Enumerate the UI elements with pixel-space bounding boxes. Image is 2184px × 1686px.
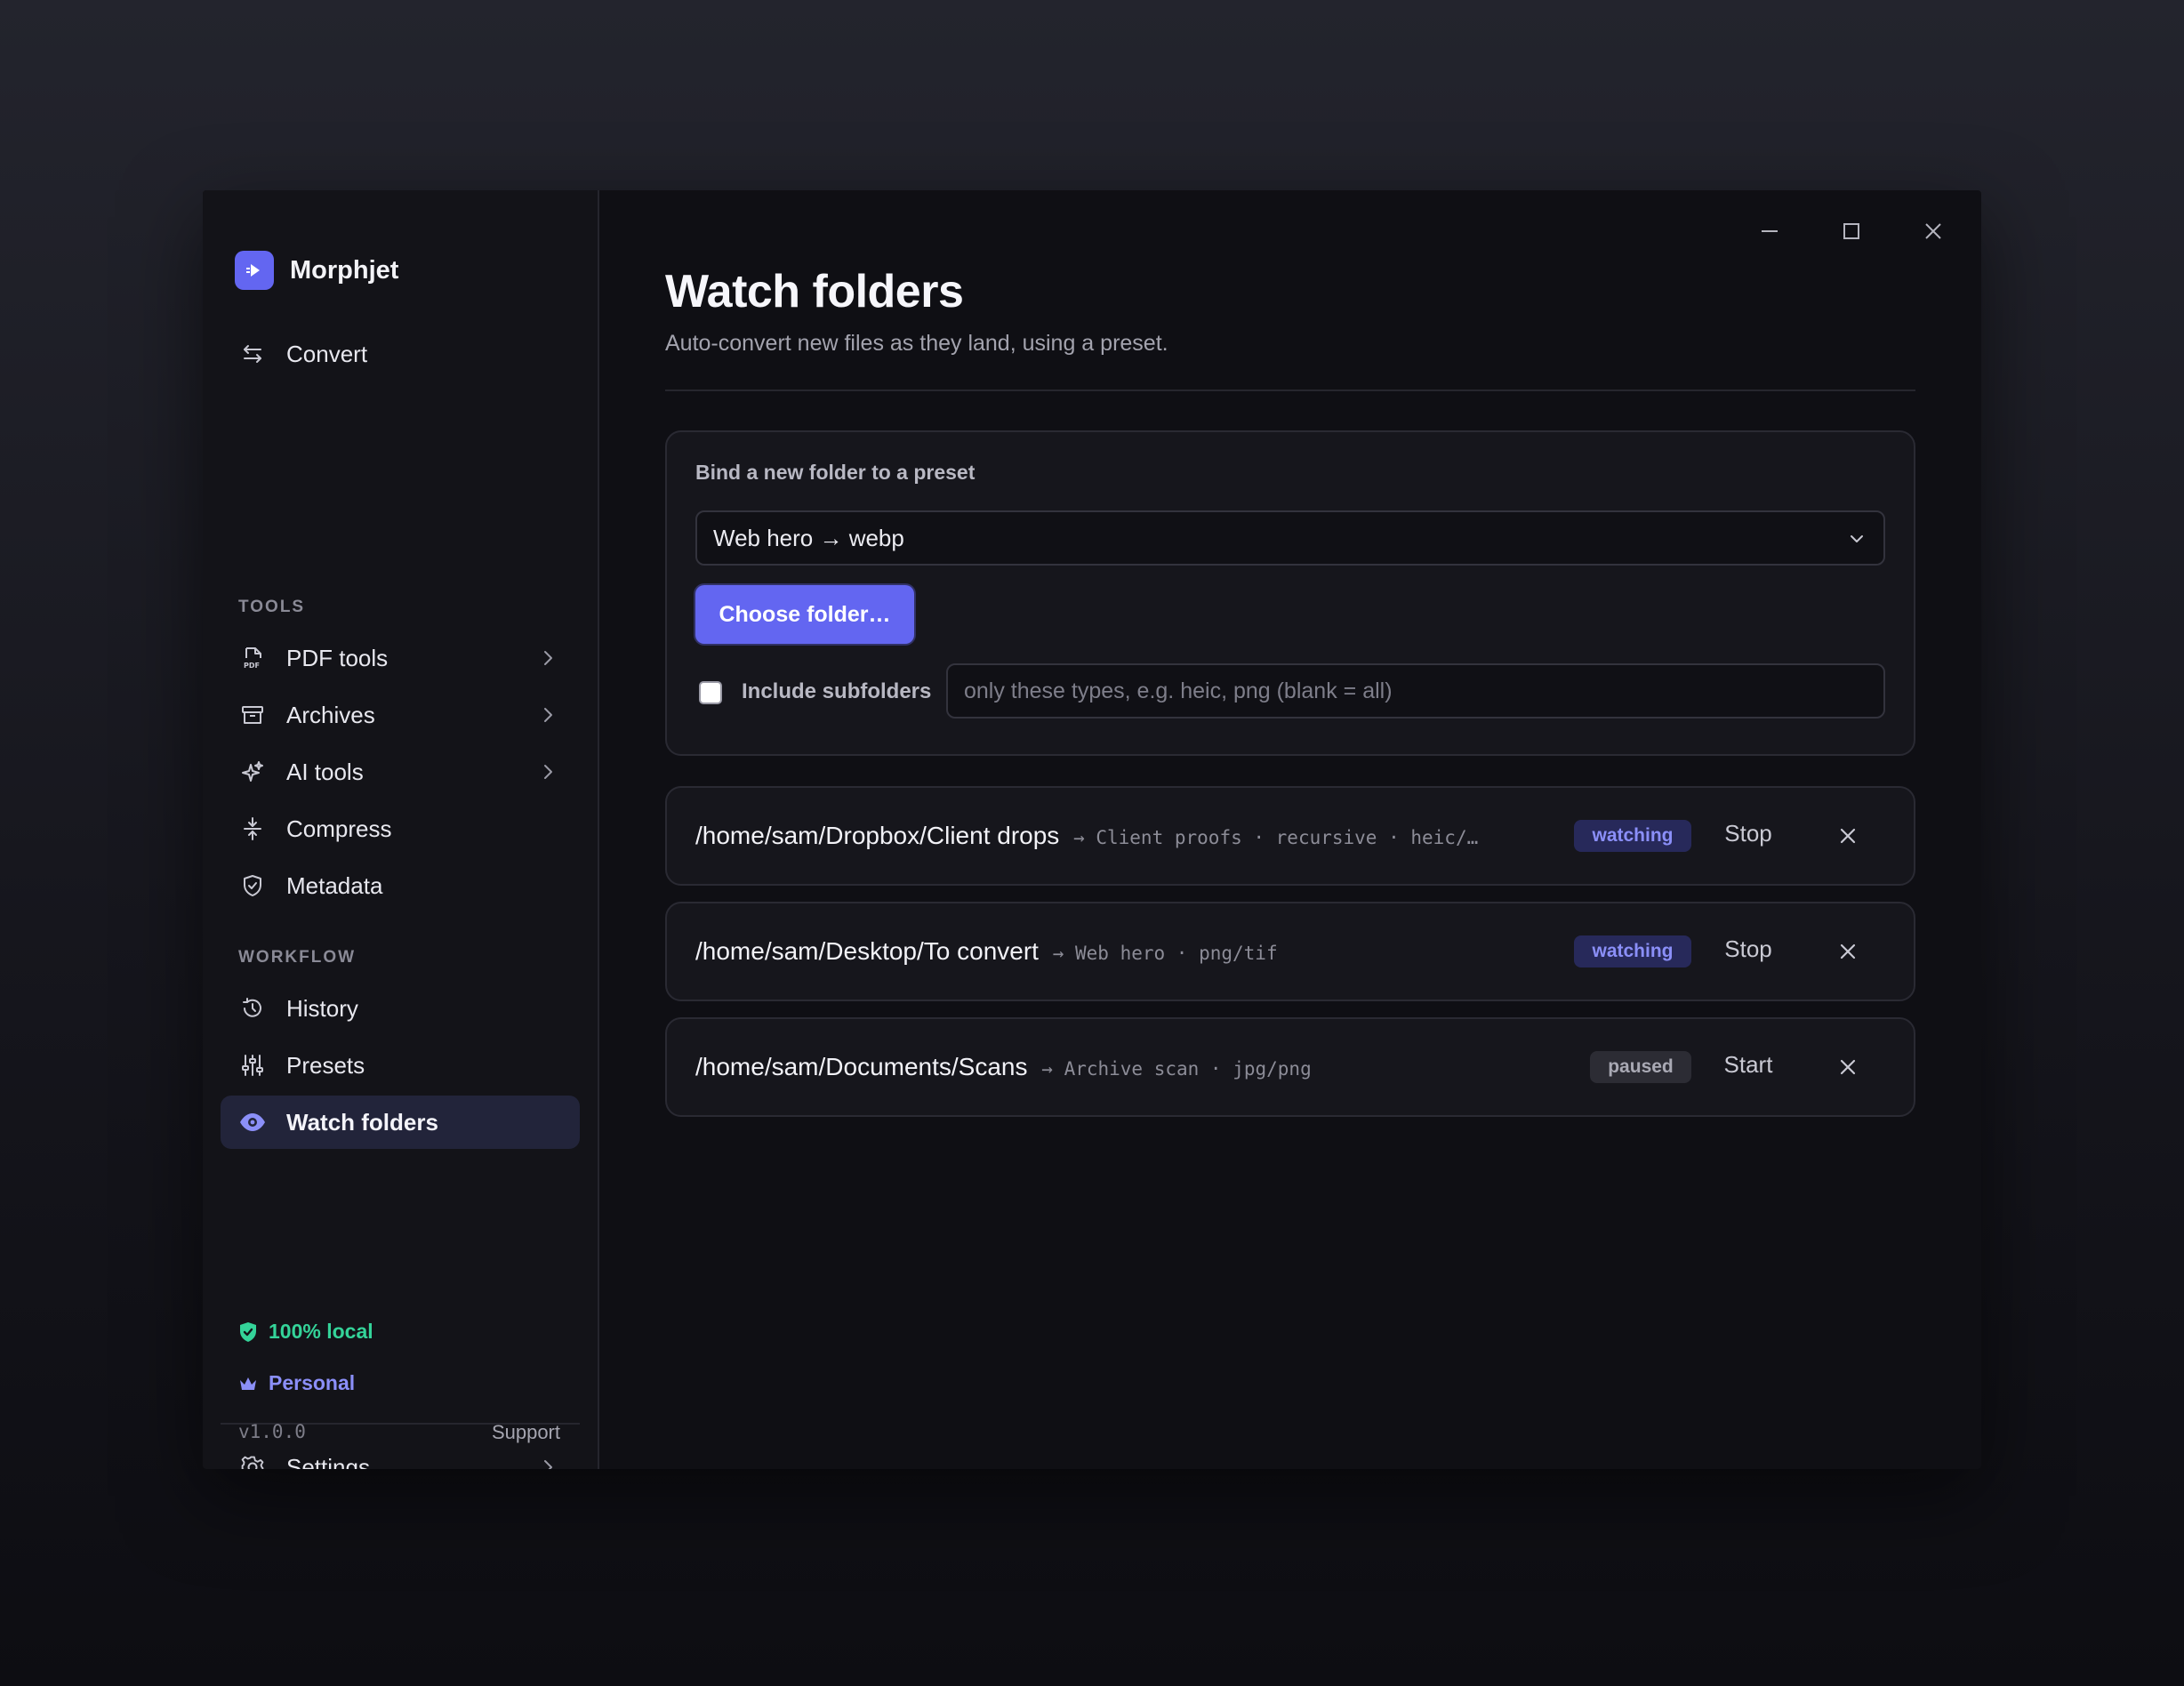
pdf-file-icon: PDF	[238, 644, 267, 672]
eye-icon	[238, 1108, 267, 1136]
chevron-right-icon	[544, 765, 552, 779]
watch-row-path-line: /home/sam/Documents/Scans → Archive scan…	[695, 1053, 1312, 1081]
include-subfolders-checkbox[interactable]	[699, 681, 722, 704]
sidebar-item-label: Settings	[286, 1453, 370, 1470]
plan-badge-label: Personal	[269, 1371, 356, 1394]
status-badge: watching	[1574, 935, 1691, 967]
bind-card-title: Bind a new folder to a preset	[695, 461, 976, 484]
chevron-right-icon	[544, 1460, 552, 1469]
stop-button[interactable]: Stop	[1713, 820, 1784, 847]
minimize-icon	[1762, 230, 1778, 232]
watch-folder-path: /home/sam/Dropbox/Client drops	[695, 822, 1060, 849]
close-icon	[1840, 1059, 1856, 1075]
sparkles-icon	[238, 758, 267, 786]
shield-check-icon	[240, 1321, 256, 1342]
stop-button[interactable]: Stop	[1713, 935, 1784, 963]
sidebar-item-archives[interactable]: Archives	[221, 688, 580, 742]
page-subtitle: Auto-convert new files as they land, usi…	[665, 331, 1168, 356]
sidebar-item-label: Metadata	[286, 871, 383, 899]
watch-folder-meta: → Archive scan · jpg/png	[1041, 1058, 1312, 1080]
plan-badge: Personal	[238, 1371, 355, 1395]
sidebar-item-history[interactable]: History	[221, 982, 580, 1035]
chevron-right-icon	[544, 651, 552, 665]
file-types-input[interactable]	[946, 663, 1885, 719]
choose-folder-button[interactable]: Choose folder…	[695, 585, 914, 644]
preset-select-value: Web hero → webp	[713, 524, 904, 551]
close-icon	[1925, 223, 1941, 239]
chevron-down-icon	[1851, 535, 1863, 542]
local-badge-label: 100% local	[269, 1320, 373, 1343]
sidebar: Morphjet Convert TOOLS PDF PDF tools Arc…	[203, 190, 599, 1469]
watch-folder-path: /home/sam/Desktop/To convert	[695, 937, 1039, 965]
sidebar-item-convert[interactable]: Convert	[221, 327, 580, 381]
sidebar-item-label: Archives	[286, 701, 375, 728]
page-title: Watch folders	[665, 266, 964, 317]
sidebar-item-compress[interactable]: Compress	[221, 802, 580, 855]
sidebar-item-label: PDF tools	[286, 644, 389, 671]
morphjet-logo-icon	[235, 251, 274, 290]
sidebar-item-label: Presets	[286, 1051, 365, 1079]
app-version: v1.0.0	[238, 1421, 306, 1442]
history-icon	[238, 994, 267, 1023]
support-link[interactable]: Support	[492, 1421, 560, 1444]
arrows-swap-icon	[238, 340, 267, 368]
maximize-button[interactable]	[1825, 205, 1878, 258]
status-badge: watching	[1574, 820, 1691, 852]
app-window: Morphjet Convert TOOLS PDF PDF tools Arc…	[203, 190, 1981, 1469]
watch-row-path-line: /home/sam/Desktop/To convert → Web hero …	[695, 937, 1278, 966]
watch-folder-path: /home/sam/Documents/Scans	[695, 1053, 1028, 1080]
close-icon	[1840, 943, 1856, 959]
sliders-icon	[238, 1051, 267, 1080]
section-heading-tools: TOOLS	[238, 598, 306, 616]
brand: Morphjet	[235, 251, 398, 290]
svg-text:PDF: PDF	[244, 662, 260, 670]
section-heading-workflow: WORKFLOW	[238, 948, 357, 967]
remove-watch-button[interactable]	[1830, 818, 1866, 854]
watch-row-path-line: /home/sam/Dropbox/Client drops → Client …	[695, 822, 1478, 850]
sidebar-item-ai-tools[interactable]: AI tools	[221, 745, 580, 799]
sidebar-item-label: Compress	[286, 815, 392, 842]
preset-select[interactable]: Web hero → webp	[695, 510, 1885, 566]
status-badge: paused	[1590, 1051, 1691, 1083]
sidebar-item-pdf-tools[interactable]: PDF PDF tools	[221, 631, 580, 685]
sidebar-item-settings[interactable]: Settings	[221, 1441, 580, 1469]
start-button[interactable]: Start	[1713, 1051, 1784, 1079]
include-subfolders-label: Include subfolders	[742, 679, 932, 703]
remove-watch-button[interactable]	[1830, 1049, 1866, 1085]
sidebar-item-metadata[interactable]: Metadata	[221, 859, 580, 912]
remove-watch-button[interactable]	[1830, 934, 1866, 969]
minimize-button[interactable]	[1743, 205, 1796, 258]
local-badge: 100% local	[238, 1320, 373, 1344]
sidebar-item-label: Convert	[286, 340, 368, 367]
watch-folder-row: /home/sam/Desktop/To convert → Web hero …	[665, 902, 1915, 1001]
sidebar-item-presets[interactable]: Presets	[221, 1039, 580, 1092]
watch-folder-meta: → Web hero · png/tif	[1052, 943, 1278, 964]
sidebar-item-label: History	[286, 994, 358, 1022]
watch-folder-row: /home/sam/Dropbox/Client drops → Client …	[665, 786, 1915, 886]
bind-folder-card: Bind a new folder to a preset Web hero →…	[665, 430, 1915, 756]
watch-folder-row: /home/sam/Documents/Scans → Archive scan…	[665, 1017, 1915, 1117]
gear-icon	[238, 1453, 267, 1469]
compress-icon	[238, 815, 267, 843]
main-panel: Watch folders Auto-convert new files as …	[599, 190, 1981, 1469]
sidebar-item-watch-folders[interactable]: Watch folders	[221, 1096, 580, 1149]
sidebar-item-label: AI tools	[286, 758, 364, 785]
app-name: Morphjet	[290, 255, 399, 285]
archive-box-icon	[238, 701, 267, 729]
header-divider	[665, 389, 1915, 391]
crown-icon	[240, 1377, 256, 1390]
close-window-button[interactable]	[1907, 205, 1960, 258]
sidebar-item-label: Watch folders	[286, 1108, 438, 1136]
close-icon	[1840, 828, 1856, 844]
shield-icon	[238, 871, 267, 900]
chevron-right-icon	[544, 708, 552, 722]
watch-folder-meta: → Client proofs · recursive · heic/…	[1073, 827, 1479, 848]
maximize-icon	[1843, 223, 1859, 239]
